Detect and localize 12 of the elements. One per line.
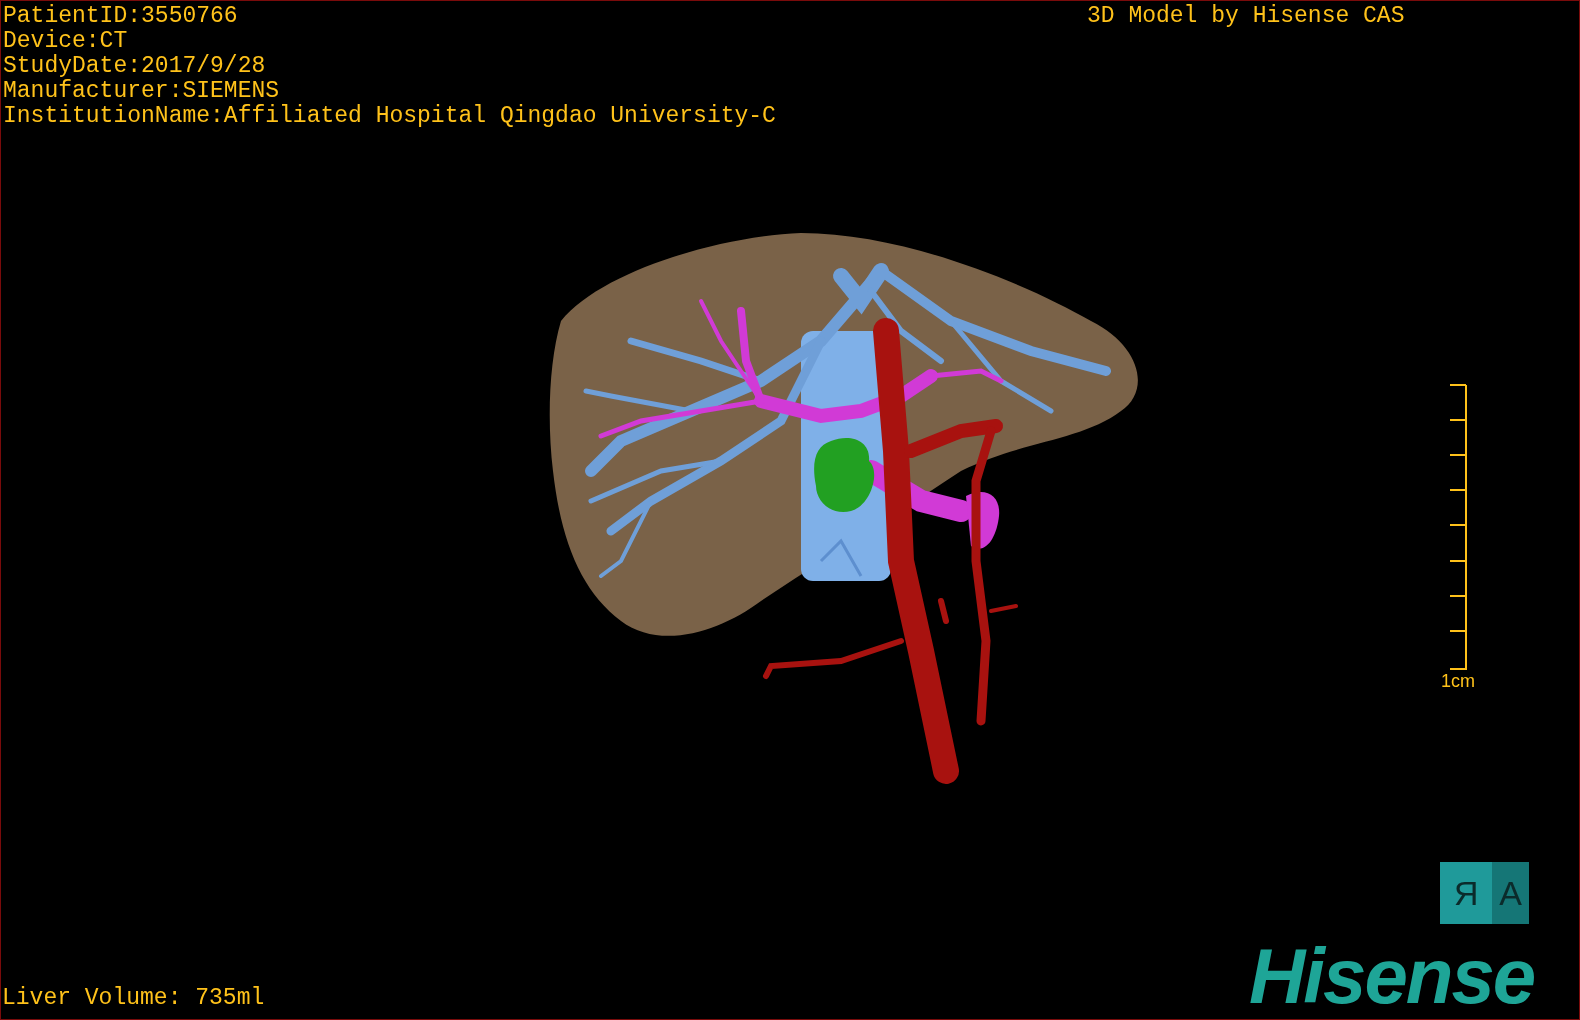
patient-info-text: InstitutionName:Affiliated Hospital Qingdao University-C (3, 104, 776, 129)
cube-face-label: R (1440, 862, 1492, 924)
liver-volume-text: Liver Volume: 735ml (2, 986, 265, 1011)
patient-info-text: StudyDate:2017/9/28 (3, 54, 267, 79)
scale-label: 1cm (1441, 671, 1475, 691)
patient-info-text: PatientID:3550766 (3, 4, 239, 29)
scale-bar-icon (1450, 384, 1467, 671)
model-title: 3D Model by Hisense CAS (1087, 4, 1405, 29)
patient-info-text: Manufacturer:SIEMENS (3, 79, 281, 104)
patient-info-text: Device:CT (3, 29, 129, 54)
cube-face-label: A (1492, 862, 1529, 924)
brand-logo: Hisense (1249, 936, 1535, 1016)
